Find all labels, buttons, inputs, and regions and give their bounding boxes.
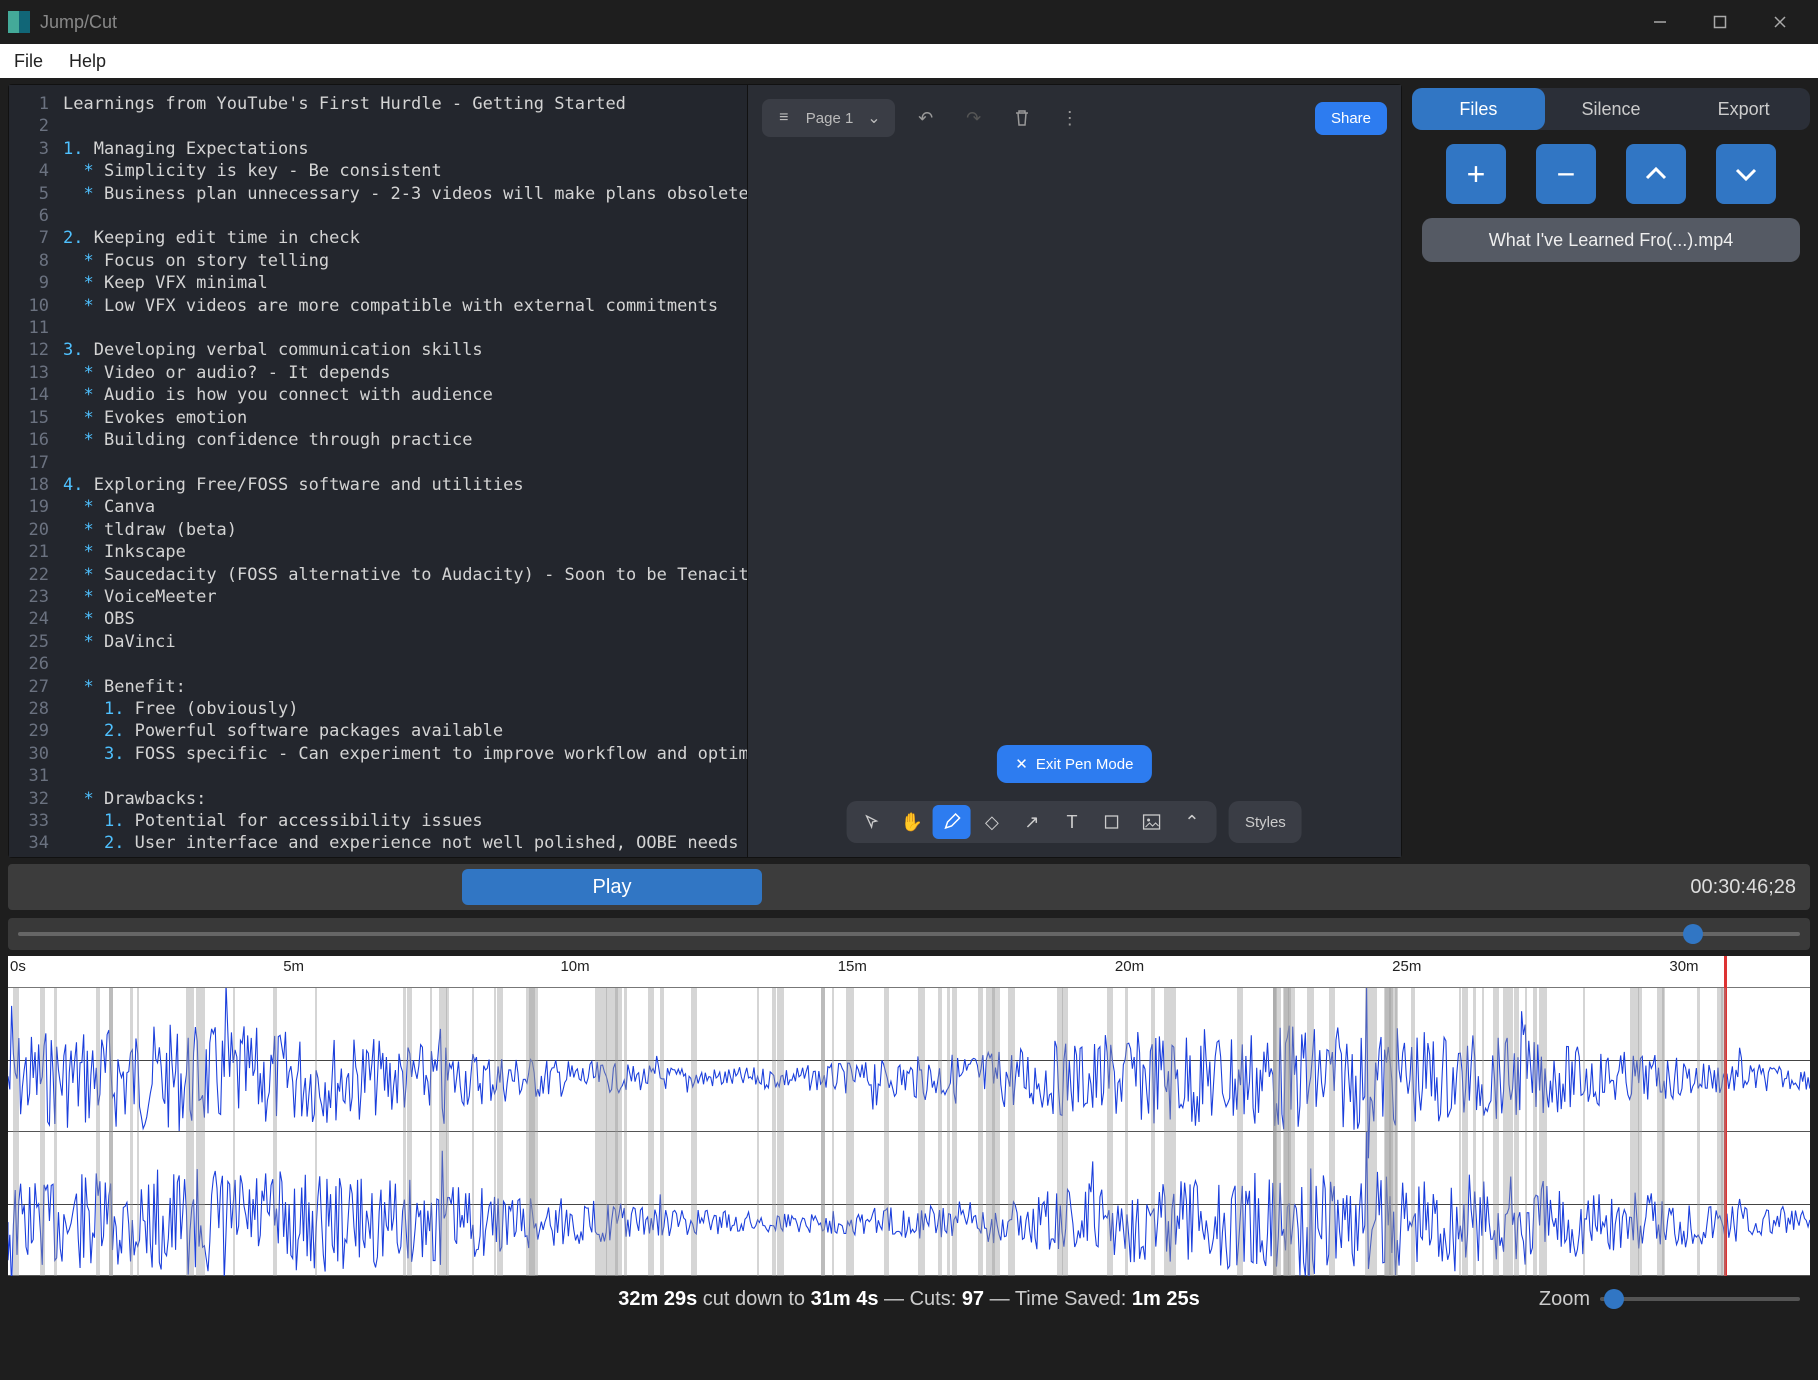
status-text: 32m 29s cut down to 31m 4s — Cuts: 97 — …: [618, 1288, 1200, 1311]
titlebar: Jump/Cut: [0, 0, 1818, 44]
remove-button[interactable]: −: [1536, 144, 1596, 204]
minimize-button[interactable]: [1630, 0, 1690, 44]
app-logo: [8, 11, 30, 33]
text-editor[interactable]: 1234567891011121314151617181920212223242…: [9, 85, 747, 857]
timeline-ruler[interactable]: 0s5m10m15m20m25m30m: [8, 956, 1810, 988]
close-button[interactable]: [1750, 0, 1810, 44]
zoom-label: Zoom: [1539, 1288, 1590, 1311]
menubar: File Help: [0, 44, 1818, 78]
add-button[interactable]: +: [1446, 144, 1506, 204]
menu-help[interactable]: Help: [63, 47, 112, 76]
pen-tool[interactable]: [933, 805, 971, 839]
redo-button[interactable]: ↷: [957, 101, 991, 135]
window-title: Jump/Cut: [40, 12, 117, 33]
playhead[interactable]: [1724, 956, 1727, 1276]
waveform-channel-2[interactable]: [8, 1132, 1810, 1276]
image-tool[interactable]: [1133, 805, 1171, 839]
styles-button[interactable]: Styles: [1229, 801, 1302, 843]
timecode-display: 00:30:46;28: [1690, 876, 1796, 899]
eraser-tool[interactable]: ◇: [973, 805, 1011, 839]
play-button[interactable]: Play: [462, 869, 762, 905]
more-button[interactable]: ⋮: [1053, 101, 1087, 135]
undo-button[interactable]: ↶: [909, 101, 943, 135]
maximize-button[interactable]: [1690, 0, 1750, 44]
move-down-button[interactable]: [1716, 144, 1776, 204]
select-tool[interactable]: [853, 805, 891, 839]
panel-tabs: Files Silence Export: [1412, 88, 1810, 130]
tab-silence[interactable]: Silence: [1545, 88, 1678, 130]
right-panel: Files Silence Export + − What I've Learn…: [1412, 84, 1810, 858]
close-icon: ✕: [1015, 755, 1028, 773]
file-item[interactable]: What I've Learned Fro(...).mp4: [1422, 218, 1800, 262]
sticky-tool[interactable]: [1093, 805, 1131, 839]
canvas-menu[interactable]: ≡ Page 1 ⌄: [762, 99, 895, 137]
statusbar: 32m 29s cut down to 31m 4s — Cuts: 97 — …: [0, 1276, 1818, 1322]
zoom-slider[interactable]: [1600, 1297, 1800, 1301]
menu-file[interactable]: File: [8, 47, 49, 76]
tool-tray: ✋ ◇ ↗ T ⌃: [847, 801, 1217, 843]
timeline[interactable]: 0s5m10m15m20m25m30m: [8, 956, 1810, 1276]
drawing-canvas[interactable]: ≡ Page 1 ⌄ ↶ ↷ ⋮ Share ✕ Exit Pen Mode: [747, 85, 1401, 857]
text-tool[interactable]: T: [1053, 805, 1091, 839]
zoom-control[interactable]: Zoom: [1539, 1288, 1800, 1311]
trash-button[interactable]: [1005, 101, 1039, 135]
move-up-button[interactable]: [1626, 144, 1686, 204]
page-indicator[interactable]: Page 1: [798, 110, 862, 127]
waveform-channel-1[interactable]: [8, 988, 1810, 1132]
hamburger-icon[interactable]: ≡: [770, 109, 798, 127]
transport-bar: Play 00:30:46;28: [8, 864, 1810, 910]
code-content[interactable]: Learnings from YouTube's First Hurdle - …: [59, 85, 747, 857]
arrow-tool[interactable]: ↗: [1013, 805, 1051, 839]
scrub-bar[interactable]: [8, 918, 1810, 950]
more-tools[interactable]: ⌃: [1173, 805, 1211, 839]
line-number-gutter: 1234567891011121314151617181920212223242…: [9, 85, 59, 857]
exit-pen-mode-button[interactable]: ✕ Exit Pen Mode: [997, 745, 1151, 783]
preview-area: 1234567891011121314151617181920212223242…: [8, 84, 1402, 858]
hand-tool[interactable]: ✋: [893, 805, 931, 839]
share-button[interactable]: Share: [1315, 102, 1387, 135]
scrub-thumb[interactable]: [1683, 924, 1703, 944]
chevron-down-icon[interactable]: ⌄: [861, 108, 886, 128]
tab-files[interactable]: Files: [1412, 88, 1545, 130]
zoom-thumb[interactable]: [1604, 1289, 1624, 1309]
tab-export[interactable]: Export: [1677, 88, 1810, 130]
